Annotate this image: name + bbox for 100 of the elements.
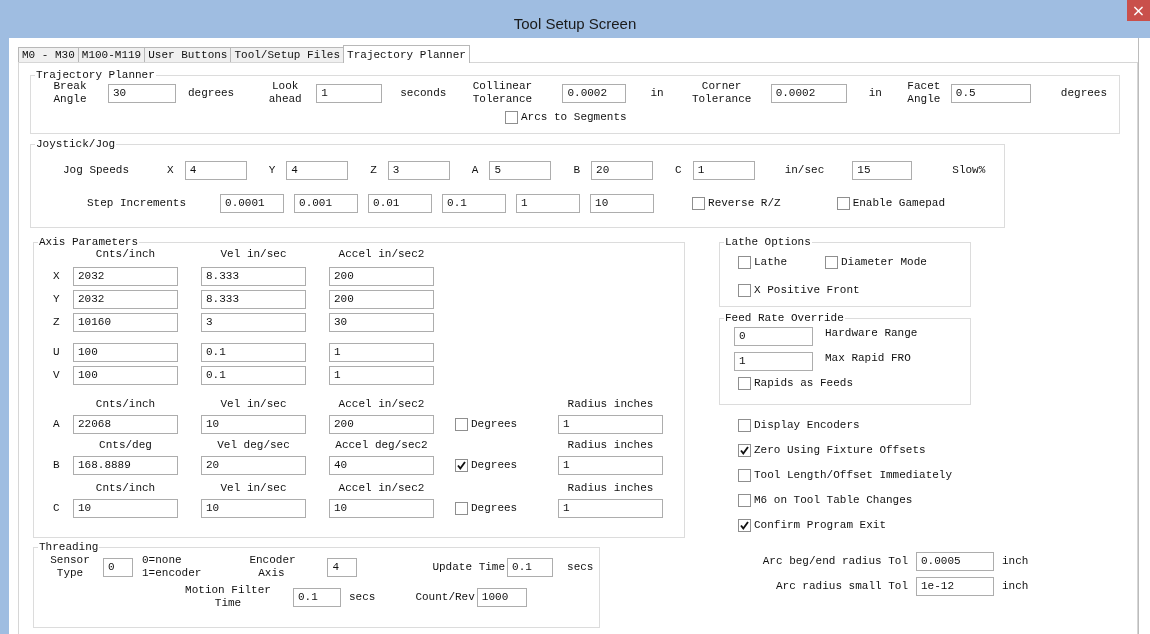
text-field[interactable]: 10 [329,499,434,518]
axis-label: A [471,164,479,176]
checkbox[interactable] [738,377,751,390]
text-field[interactable]: 10160 [73,313,178,332]
checkbox[interactable] [692,197,706,210]
text-field[interactable]: 1 [329,343,434,362]
text-field[interactable]: 1 [316,83,383,103]
text-field[interactable]: 200 [329,267,434,286]
text-field[interactable]: 1 [516,194,581,213]
text-field[interactable]: 3 [201,313,306,332]
field-label: Sensor Type [49,554,91,580]
text-field[interactable]: 15 [852,161,913,180]
checkbox[interactable] [825,256,838,269]
text-field[interactable]: 0 [103,557,133,577]
checkbox-label: Enable Gamepad [852,197,946,210]
text-field[interactable]: 1e-12 [916,577,994,596]
text-field[interactable]: 1 [329,366,434,385]
text-field[interactable]: 2032 [73,267,178,286]
field-label: Arc radius small Tol [775,580,908,592]
text-field[interactable]: 0.001 [294,194,359,213]
text-field[interactable]: 0.1 [507,557,554,577]
text-field[interactable]: 4 [184,161,247,180]
axis-label: C [675,164,682,176]
unit-label: in [868,86,882,99]
checkbox[interactable] [738,256,751,269]
axis-label: X [167,164,174,176]
axis-label: U [53,346,60,358]
text-field[interactable]: 1 [558,456,663,475]
tab[interactable]: M0 - M30 [18,47,79,62]
column-header: Cnts/inch [95,398,156,411]
legend-text: 1=encoder [142,567,202,580]
text-field[interactable]: 5 [489,161,552,180]
text-field[interactable]: 20 [201,456,306,475]
checkbox[interactable] [738,469,751,482]
text-field[interactable]: 10 [201,499,306,518]
text-field[interactable]: 30 [108,83,176,103]
text-field[interactable]: 0.01 [368,194,433,213]
text-field[interactable]: 0.1 [201,343,306,362]
text-field[interactable]: 30 [329,313,434,332]
column-header: Radius inches [567,482,654,495]
checkbox-label: Display Encoders [754,419,860,432]
checkbox[interactable] [455,418,468,431]
field-label: Encoder Axis [249,554,294,580]
checkbox-label: Lathe [754,256,787,269]
text-field[interactable]: 200 [329,290,434,309]
text-field[interactable]: 0.0005 [916,552,994,571]
tab[interactable]: Trajectory Planner [343,45,470,63]
text-field[interactable]: 22068 [73,415,178,434]
checkbox[interactable] [738,419,751,432]
text-field[interactable]: 10 [590,194,655,213]
text-field[interactable]: 100 [73,366,178,385]
text-field[interactable]: 8.333 [201,267,306,286]
text-field[interactable]: 1 [692,161,755,180]
field-label: Slow% [952,164,986,176]
text-field[interactable]: 0.1 [201,366,306,385]
unit-label: secs [349,590,376,603]
checkbox[interactable] [738,494,751,507]
text-field[interactable]: 1 [558,499,663,518]
text-field[interactable]: 2032 [73,290,178,309]
checkbox[interactable] [738,519,751,532]
checkbox-label: Degrees [471,418,518,431]
text-field[interactable]: 10 [201,415,306,434]
legend-text: 0=none [142,554,183,567]
tab[interactable]: Tool/Setup Files [230,47,345,62]
text-field[interactable]: 0.1 [442,194,507,213]
text-field[interactable]: 0.0001 [220,194,285,213]
checkbox[interactable] [738,444,751,457]
text-field[interactable]: 4 [286,161,349,180]
unit-label: degrees [188,86,235,99]
field-label: Facet Angle [906,80,942,106]
text-field[interactable]: 10 [73,499,178,518]
text-field[interactable]: 3 [387,161,450,180]
checkbox-label: Degrees [471,502,518,515]
checkbox[interactable] [505,111,518,124]
checkbox[interactable] [455,459,468,472]
text-field[interactable]: 4 [327,557,358,577]
tab[interactable]: M100-M119 [77,47,146,62]
text-field[interactable]: 0.0002 [562,83,627,103]
text-field[interactable]: 1 [734,352,813,371]
close-button[interactable]: × [1127,0,1150,21]
field-label: Hardware Range [825,327,918,339]
text-field[interactable]: 8.333 [201,290,306,309]
text-field[interactable]: 0.0002 [770,83,847,103]
text-field[interactable]: 100 [73,343,178,362]
checkbox-label: Degrees [471,459,518,472]
text-field[interactable]: 0.1 [293,587,341,607]
checkbox[interactable] [738,284,751,297]
text-field[interactable]: 20 [591,161,654,180]
checkbox[interactable] [455,502,468,515]
checkbox[interactable] [836,197,850,210]
text-field[interactable]: 1 [558,415,663,434]
text-field[interactable]: 200 [329,415,434,434]
text-field[interactable]: 168.8889 [73,456,178,475]
text-field[interactable]: 1000 [476,587,527,607]
text-field[interactable]: 0 [734,327,813,346]
column-header: Cnts/deg [99,439,152,452]
tab[interactable]: User Buttons [144,47,232,62]
text-field[interactable]: 40 [329,456,434,475]
axis-label: Z [370,164,377,176]
text-field[interactable]: 0.5 [950,83,1031,103]
